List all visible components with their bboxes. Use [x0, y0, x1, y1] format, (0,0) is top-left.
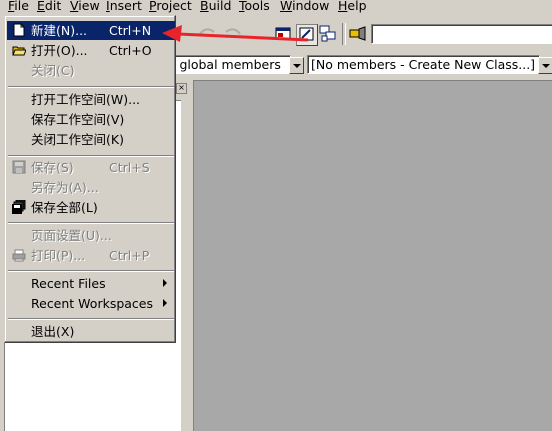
panel-close-icon[interactable]: ×	[176, 83, 187, 94]
submenu-arrow-icon	[163, 299, 167, 307]
menu-item-page-setup[interactable]: 页面设置(U)...	[7, 226, 175, 245]
menu-item-label: 关闭工作空间(K)	[31, 132, 124, 147]
menu-edit[interactable]: Edit	[37, 0, 61, 14]
menu-item-print[interactable]: 打印(P)... Ctrl+P	[7, 246, 175, 265]
menu-view[interactable]: View	[70, 0, 100, 14]
menu-separator	[8, 318, 174, 320]
menu-item-label: 关闭(C)	[31, 63, 75, 78]
menu-window[interactable]: Window	[280, 0, 329, 14]
mdi-client-area	[193, 80, 552, 431]
find-input[interactable]	[371, 24, 552, 44]
members-combo-dropdown-icon[interactable]	[289, 57, 304, 74]
menu-item-label: 保存(S)	[31, 160, 74, 175]
open-folder-icon	[12, 46, 26, 56]
windows-list-icon[interactable]	[318, 24, 338, 44]
save-all-icon	[12, 200, 26, 214]
menu-item-shortcut: Ctrl+O	[109, 43, 152, 58]
class-combo-dropdown-icon[interactable]	[538, 57, 552, 74]
members-combo[interactable]: l global members	[168, 55, 291, 74]
menu-item-label: 退出(X)	[31, 324, 75, 339]
menu-build[interactable]: Build	[200, 0, 231, 14]
menu-item-close-workspace[interactable]: 关闭工作空间(K)	[7, 130, 175, 149]
menu-item-shortcut: Ctrl+N	[109, 23, 152, 38]
menu-item-save-all[interactable]: 保存全部(L)	[7, 198, 175, 217]
class-combo[interactable]: [No members - Create New Class...]	[307, 55, 540, 74]
menu-item-label: 打开工作空间(W)...	[31, 92, 141, 107]
find-flashlight-icon[interactable]	[348, 24, 368, 44]
file-menu: 新建(N)... Ctrl+N 打开(O)... Ctrl+O 关闭(C) 打开…	[4, 15, 176, 343]
menu-separator	[8, 270, 174, 272]
menu-item-label: 页面设置(U)...	[31, 228, 112, 243]
save-disk-icon	[12, 160, 26, 174]
menu-help[interactable]: Help	[338, 0, 367, 14]
menu-item-recent-files[interactable]: Recent Files	[7, 274, 175, 293]
menu-item-save-as[interactable]: 另存为(A)...	[7, 178, 175, 197]
menu-file[interactable]: File	[8, 0, 29, 14]
menu-item-label: 新建(N)...	[31, 23, 88, 38]
menu-item-label: 保存全部(L)	[31, 200, 98, 215]
menu-item-exit[interactable]: 退出(X)	[7, 322, 175, 341]
new-file-icon	[13, 23, 25, 37]
menu-insert[interactable]: Insert	[106, 0, 142, 14]
print-icon	[12, 249, 26, 262]
menu-item-shortcut: Ctrl+P	[109, 248, 150, 263]
class-combo-value: [No members - Create New Class...]	[311, 57, 536, 72]
menu-item-close[interactable]: 关闭(C)	[7, 61, 175, 80]
menu-item-save-workspace[interactable]: 保存工作空间(V)	[7, 110, 175, 129]
menu-item-open-workspace[interactable]: 打开工作空间(W)...	[7, 90, 175, 109]
menu-item-label: Recent Files	[31, 276, 106, 291]
menu-item-shortcut: Ctrl+S	[109, 160, 150, 175]
annotation-arrow-icon	[162, 25, 309, 42]
menu-item-recent-workspaces[interactable]: Recent Workspaces	[7, 294, 175, 313]
menu-item-label: 打开(O)...	[31, 43, 88, 58]
members-combo-value: l global members	[172, 57, 281, 72]
menu-item-save[interactable]: 保存(S) Ctrl+S	[7, 158, 175, 177]
menu-item-label: Recent Workspaces	[31, 296, 154, 311]
menu-item-label: 打印(P)...	[31, 248, 86, 263]
menu-tools[interactable]: Tools	[239, 0, 270, 14]
toolbar-separator	[342, 23, 346, 45]
menu-item-label: 保存工作空间(V)	[31, 112, 125, 127]
menu-separator	[8, 86, 174, 88]
menu-project[interactable]: Project	[149, 0, 192, 14]
menu-bar: File Edit View Insert Project Build Tool…	[0, 0, 552, 14]
menu-separator	[8, 222, 174, 224]
menu-item-label: 另存为(A)...	[31, 180, 99, 195]
submenu-arrow-icon	[163, 279, 167, 287]
menu-separator	[8, 155, 174, 157]
